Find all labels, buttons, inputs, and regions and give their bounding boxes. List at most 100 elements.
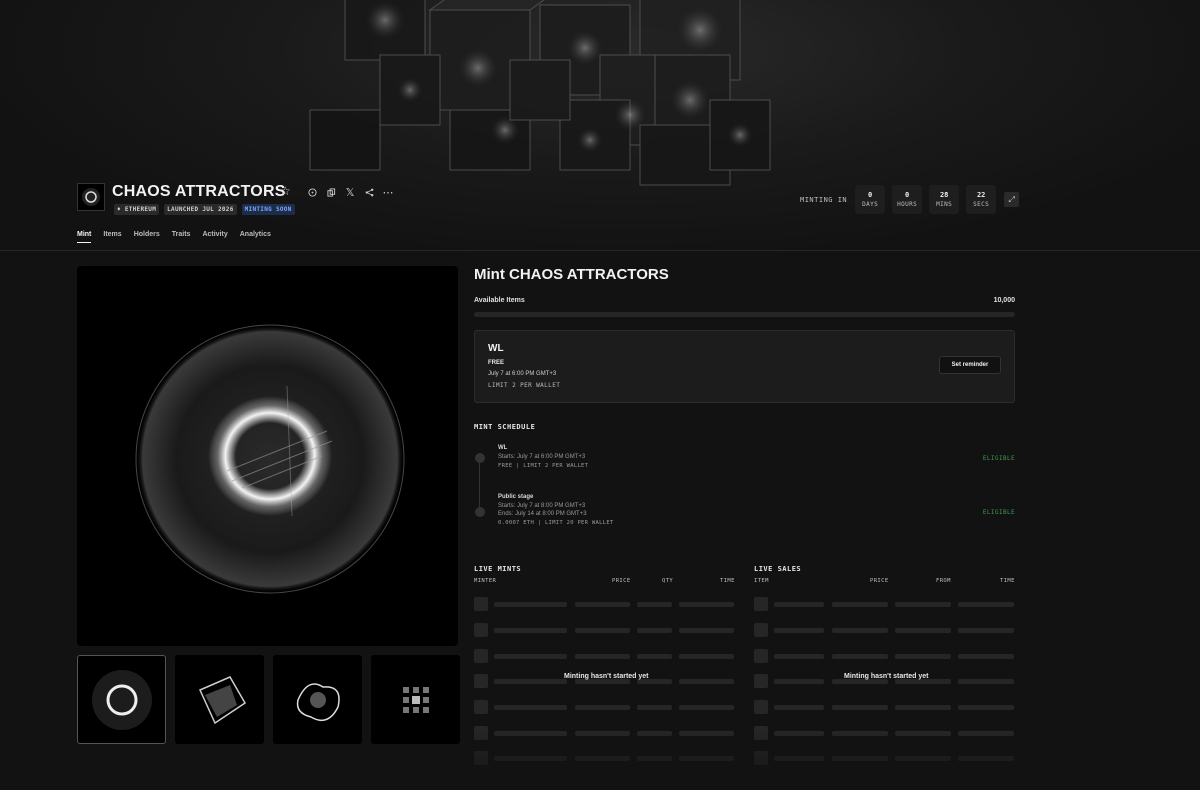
skeleton-bar bbox=[958, 602, 1014, 607]
stage-price: FREE bbox=[488, 360, 505, 366]
set-reminder-button[interactable]: Set reminder bbox=[939, 356, 1001, 374]
tab-items[interactable]: Items bbox=[103, 231, 121, 243]
countdown-unit: DAYS bbox=[862, 201, 879, 208]
eligible-badge: ELIGIBLE bbox=[982, 509, 1015, 516]
column-header: FROM bbox=[936, 578, 951, 584]
thumbnail-1[interactable] bbox=[77, 655, 166, 744]
mint-countdown: MINTING IN 0 DAYS 0 HOURS 28 MINS 22 SEC… bbox=[800, 185, 1020, 214]
wl-stage-card: WL FREE July 7 at 6:00 PM GMT+3 LIMIT 2 … bbox=[474, 330, 1015, 403]
collection-badges: ♦ ETHEREUM LAUNCHED JUL 2026 MINTING SOO… bbox=[114, 204, 295, 215]
stage-name: WL bbox=[488, 343, 504, 354]
countdown-value: 0 bbox=[905, 191, 910, 199]
skeleton-avatar bbox=[754, 674, 768, 688]
stage-date: July 7 at 6:00 PM GMT+3 bbox=[488, 371, 557, 377]
skeleton-bar bbox=[832, 705, 888, 710]
countdown-secs: 22 SECS bbox=[966, 185, 997, 214]
tabs-divider bbox=[0, 250, 1200, 251]
mint-schedule-title: MINT SCHEDULE bbox=[474, 423, 536, 431]
skeleton-bar bbox=[832, 628, 888, 633]
countdown-unit: MINS bbox=[936, 201, 953, 208]
skeleton-avatar bbox=[474, 623, 488, 637]
skeleton-avatar bbox=[754, 597, 768, 611]
column-header: PRICE bbox=[612, 578, 631, 584]
live-sales-empty-message: Minting hasn't started yet bbox=[844, 673, 929, 680]
skeleton-avatar bbox=[474, 674, 488, 688]
tab-activity[interactable]: Activity bbox=[202, 231, 227, 243]
tab-holders[interactable]: Holders bbox=[134, 231, 160, 243]
info-icon[interactable] bbox=[307, 185, 317, 199]
skeleton-bar bbox=[679, 654, 734, 659]
mint-progress-bar bbox=[474, 312, 1015, 317]
schedule-stage-public: Public stage Starts: July 7 at 8:00 PM G… bbox=[498, 494, 614, 526]
skeleton-avatar bbox=[754, 623, 768, 637]
skeleton-bar bbox=[679, 602, 734, 607]
launch-date-badge: LAUNCHED JUL 2026 bbox=[164, 204, 237, 215]
schedule-timeline bbox=[479, 458, 480, 510]
countdown-hours: 0 HOURS bbox=[892, 185, 923, 214]
tab-analytics[interactable]: Analytics bbox=[240, 231, 271, 243]
column-header: TIME bbox=[720, 578, 735, 584]
skeleton-bar bbox=[774, 628, 824, 633]
column-header: ITEM bbox=[754, 578, 769, 584]
column-header: TIME bbox=[1000, 578, 1015, 584]
x-icon[interactable]: 𝕏 bbox=[345, 185, 355, 199]
live-mints-empty-message: Minting hasn't started yet bbox=[564, 673, 649, 680]
available-items-row: Available Items 10,000 bbox=[474, 297, 1015, 304]
skeleton-avatar bbox=[474, 700, 488, 714]
skeleton-bar bbox=[958, 705, 1014, 710]
mint-title: Mint CHAOS ATTRACTORS bbox=[474, 266, 669, 283]
skeleton-bar bbox=[958, 679, 1014, 684]
stage-start: Starts: July 7 at 6:00 PM GMT+3 bbox=[498, 454, 586, 460]
live-sales-title: LIVE SALES bbox=[754, 565, 802, 573]
skeleton-bar bbox=[774, 654, 824, 659]
more-icon[interactable]: ⋯ bbox=[383, 185, 394, 199]
thumbnail-2[interactable] bbox=[175, 655, 264, 744]
skeleton-bar bbox=[575, 654, 630, 659]
skeleton-bar bbox=[832, 654, 888, 659]
collection-title: CHAOS ATTRACTORS bbox=[112, 183, 286, 200]
skeleton-avatar bbox=[474, 597, 488, 611]
countdown-mins: 28 MINS bbox=[929, 185, 960, 214]
stage-start: Starts: July 7 at 8:00 PM GMT+3 bbox=[498, 503, 586, 509]
column-header: QTY bbox=[662, 578, 674, 584]
skeleton-bar bbox=[575, 602, 630, 607]
copy-icon[interactable] bbox=[326, 185, 336, 199]
collection-logo bbox=[77, 183, 105, 211]
available-items-value: 10,000 bbox=[993, 297, 1015, 304]
countdown-unit: HOURS bbox=[897, 201, 918, 208]
skeleton-bar bbox=[958, 628, 1014, 633]
timeline-dot bbox=[475, 453, 485, 463]
collection-tabs: Mint Items Holders Traits Activity Analy… bbox=[77, 231, 271, 243]
header-actions: 𝕏 ⋯ bbox=[307, 185, 394, 199]
featured-artwork[interactable] bbox=[77, 266, 458, 646]
share-icon[interactable] bbox=[364, 185, 374, 199]
skeleton-bar bbox=[895, 602, 951, 607]
column-header: PRICE bbox=[870, 578, 889, 584]
tab-traits[interactable]: Traits bbox=[172, 231, 191, 243]
stage-end: Ends: July 14 at 8:00 PM GMT+3 bbox=[498, 511, 587, 517]
thumbnail-4[interactable] bbox=[371, 655, 460, 744]
stage-limit: LIMIT 2 PER WALLET bbox=[488, 382, 561, 389]
skeleton-bar bbox=[494, 628, 567, 633]
skeleton-bar bbox=[895, 654, 951, 659]
tab-mint[interactable]: Mint bbox=[77, 231, 92, 243]
skeleton-bar bbox=[679, 679, 734, 684]
star-icon[interactable]: ☆ bbox=[280, 184, 291, 198]
artwork-thumbnails bbox=[77, 655, 460, 744]
skeleton-bar bbox=[679, 705, 734, 710]
skeleton-bar bbox=[575, 628, 630, 633]
stage-meta: FREE | LIMIT 2 PER WALLET bbox=[498, 463, 589, 469]
available-items-label: Available Items bbox=[474, 297, 525, 304]
skeleton-bar bbox=[774, 602, 824, 607]
skeleton-bar bbox=[637, 628, 672, 633]
skeleton-bar bbox=[958, 654, 1014, 659]
status-badge: MINTING SOON bbox=[241, 204, 295, 215]
skeleton-bar bbox=[895, 705, 951, 710]
stage-meta: 0.0007 ETH | LIMIT 20 PER WALLET bbox=[498, 520, 614, 526]
thumbnail-3[interactable] bbox=[273, 655, 362, 744]
live-mints-title: LIVE MINTS bbox=[474, 565, 522, 573]
chain-badge: ♦ ETHEREUM bbox=[114, 204, 160, 215]
skeleton-bar bbox=[832, 602, 888, 607]
expand-icon[interactable]: ⤢ bbox=[1004, 192, 1020, 207]
skeleton-bar bbox=[895, 628, 951, 633]
